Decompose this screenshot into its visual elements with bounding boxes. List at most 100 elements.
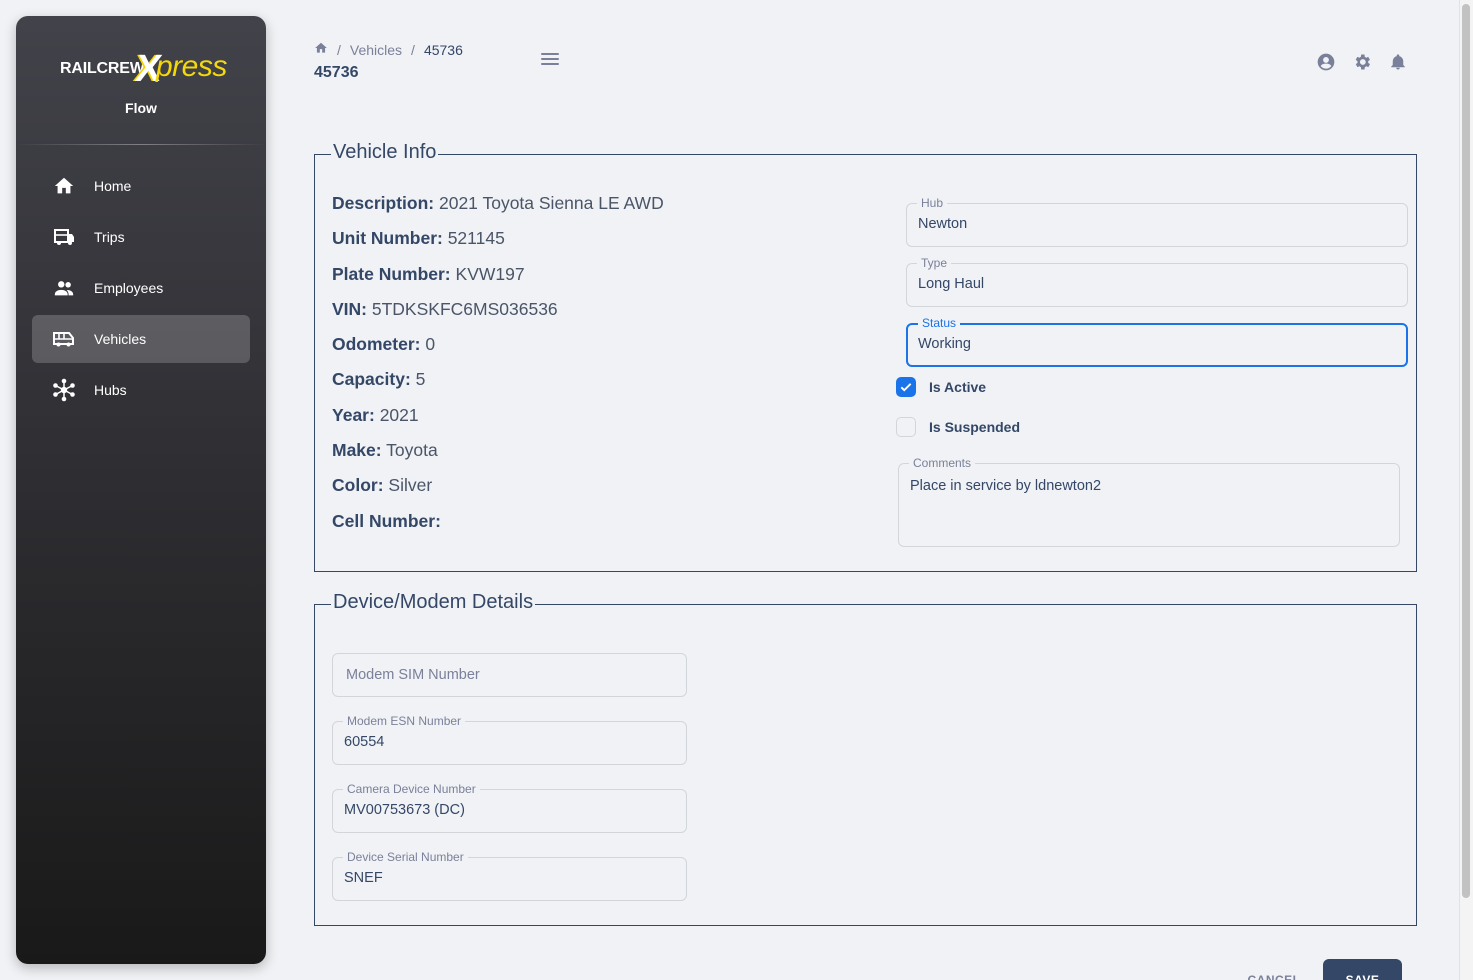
odometer-row: Odometer: 0 [332,334,435,355]
check-icon [900,383,912,392]
brand-subtitle: Flow [125,100,157,116]
is-suspended-label: Is Suspended [929,419,1021,435]
header-icon-group [1316,52,1408,72]
info-value: Toyota [386,440,438,460]
hub-select[interactable]: Hub Newton [906,196,1408,247]
bell-icon[interactable] [1388,52,1408,72]
hub-value: Newton [918,216,968,232]
home-icon [52,174,76,198]
camera-device-label: Camera Device Number [343,782,480,796]
info-label: Cell Number: [332,511,441,531]
sidebar-item-label: Trips [94,229,125,245]
sidebar-item-vehicles[interactable]: Vehicles [32,315,250,363]
modem-esn-input[interactable]: Modem ESN Number 60554 [332,714,687,765]
modem-sim-placeholder: Modem SIM Number [346,667,480,683]
info-value: 0 [425,334,436,354]
unit-number-row: Unit Number: 521145 [332,228,505,249]
bus-icon [52,225,76,249]
vehicle-info-section: Vehicle Info Description: 2021 Toyota Si… [314,141,1417,572]
breadcrumb-current: 45736 [423,41,463,58]
sidebar-item-label: Hubs [94,382,127,398]
info-label: Capacity: [332,369,411,389]
cell-number-row: Cell Number: [332,511,441,532]
breadcrumb-separator: / [337,41,341,58]
logo-rail-text: RAILCREW [60,60,145,77]
sidebar-item-label: Vehicles [94,331,147,347]
status-select[interactable]: Status Working [906,316,1408,367]
save-button[interactable]: SAVE [1323,959,1402,980]
sidebar-item-employees[interactable]: Employees [32,264,250,312]
year-row: Year: 2021 [332,405,419,426]
sidebar-item-home[interactable]: Home [32,162,250,210]
is-active-checkbox-row[interactable]: Is Active [896,377,986,397]
van-icon [52,327,76,351]
device-serial-value: SNEF [344,870,383,886]
page-scrollbar[interactable] [1459,0,1473,980]
is-suspended-checkbox-row[interactable]: Is Suspended [896,417,1020,437]
vehicle-info-legend: Vehicle Info [331,141,439,164]
info-label: VIN: [332,299,367,319]
modem-esn-label: Modem ESN Number [343,714,466,728]
device-serial-input[interactable]: Device Serial Number SNEF [332,850,687,901]
page-title: 45736 [314,64,359,81]
vin-row: VIN: 5TDKSKFC6MS036536 [332,299,558,320]
device-details-legend: Device/Modem Details [331,591,536,614]
comments-textarea[interactable]: Comments Place in service by ldnewton2 [898,456,1400,547]
sidebar-divider [16,144,266,145]
type-value: Long Haul [918,276,985,292]
hub-network-icon [52,378,76,402]
sidebar-item-trips[interactable]: Trips [32,213,250,261]
logo-press-text: press [156,50,227,83]
info-label: Make: [332,440,382,460]
menu-toggle-icon[interactable] [541,50,561,70]
info-value: 5TDKSKFC6MS036536 [371,299,558,319]
breadcrumb-vehicles[interactable]: Vehicles [350,42,402,58]
is-active-checkbox[interactable] [896,377,916,397]
sidebar-item-label: Employees [94,280,164,296]
device-details-section: Device/Modem Details Modem SIM Number Mo… [314,591,1417,926]
info-value: KVW197 [455,264,525,284]
modem-sim-input[interactable]: Modem SIM Number [332,653,687,697]
capacity-row: Capacity: 5 [332,369,425,390]
people-icon [52,276,76,300]
sidebar-item-hubs[interactable]: Hubs [32,366,250,414]
info-value: 2021 Toyota Sienna LE AWD [438,193,664,213]
info-value: 2021 [379,405,419,425]
info-label: Color: [332,475,384,495]
is-suspended-checkbox[interactable] [896,417,916,437]
is-active-label: Is Active [929,379,987,395]
brand-logo[interactable]: RAILCREW X press [16,48,266,90]
status-value: Working [918,336,971,352]
type-select[interactable]: Type Long Haul [906,256,1408,307]
sidebar-item-label: Home [94,178,132,194]
camera-device-input[interactable]: Camera Device Number MV00753673 (DC) [332,782,687,833]
home-breadcrumb-icon[interactable] [314,41,328,58]
comments-value: Place in service by ldnewton2 [910,478,1102,494]
make-row: Make: Toyota [332,440,438,461]
info-label: Plate Number: [332,264,451,284]
hub-label: Hub [917,196,948,210]
info-label: Year: [332,405,375,425]
camera-device-value: MV00753673 (DC) [344,802,465,818]
scrollbar-thumb[interactable] [1462,4,1470,898]
sidebar: RAILCREW X press Flow Home Trips Employe… [16,16,266,964]
sidebar-nav: Home Trips Employees Vehicles Hubs [32,162,250,417]
breadcrumb: / Vehicles / 45736 [314,41,463,58]
info-label: Odometer: [332,334,421,354]
status-label: Status [918,316,961,330]
info-value: 521145 [447,228,505,248]
type-label: Type [917,256,952,270]
info-value: 5 [415,369,426,389]
info-value: Silver [388,475,433,495]
info-label: Unit Number: [332,228,443,248]
description-row: Description: 2021 Toyota Sienna LE AWD [332,193,664,214]
comments-label: Comments [909,456,976,470]
account-icon[interactable] [1316,52,1336,72]
cancel-button[interactable]: CANCEL [1234,960,1314,980]
plate-number-row: Plate Number: KVW197 [332,264,525,285]
breadcrumb-separator: / [411,41,415,58]
gear-icon[interactable] [1352,52,1372,72]
device-serial-label: Device Serial Number [343,850,468,864]
modem-esn-value: 60554 [344,734,385,750]
info-label: Description: [332,193,435,213]
